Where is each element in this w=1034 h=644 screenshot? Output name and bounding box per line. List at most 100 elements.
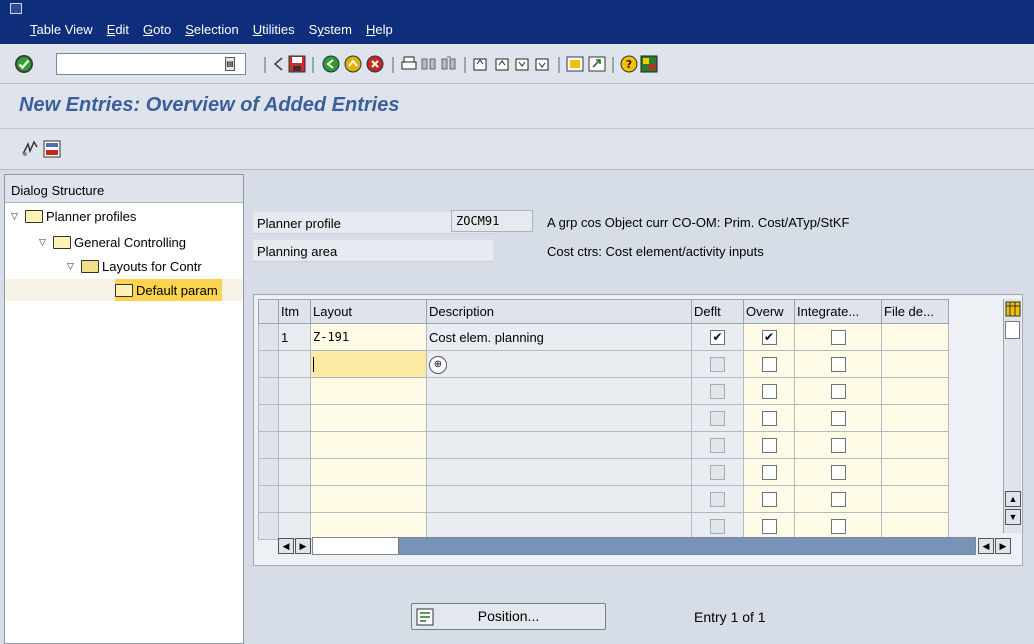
overw-checkbox[interactable] bbox=[761, 384, 777, 400]
customize-layout-icon[interactable] bbox=[640, 55, 658, 73]
expanded-triangle-icon[interactable]: ▽ bbox=[39, 237, 53, 248]
display-change-icon[interactable] bbox=[20, 139, 40, 159]
vertical-scrollbar[interactable]: ▲ ▼ bbox=[1003, 299, 1021, 533]
cell-layout[interactable] bbox=[310, 431, 427, 459]
menu-utilities[interactable]: Utilities bbox=[253, 22, 295, 37]
row-selector[interactable] bbox=[258, 377, 279, 405]
cell-layout[interactable] bbox=[310, 485, 427, 513]
expanded-triangle-icon[interactable]: ▽ bbox=[67, 261, 81, 272]
cell-file[interactable] bbox=[881, 350, 949, 378]
row-selector[interactable] bbox=[258, 458, 279, 486]
menu-edit[interactable]: Edit bbox=[107, 22, 129, 37]
previous-page-icon[interactable] bbox=[494, 55, 512, 73]
save-icon[interactable] bbox=[288, 55, 306, 73]
next-page-icon[interactable] bbox=[514, 55, 532, 73]
overw-checkbox[interactable] bbox=[761, 519, 777, 535]
find-icon[interactable] bbox=[420, 55, 438, 73]
system-menu-icon[interactable] bbox=[10, 3, 22, 14]
create-session-icon[interactable] bbox=[566, 55, 584, 73]
cell-layout[interactable] bbox=[310, 458, 427, 486]
scroll-left-icon-right[interactable]: ◀ bbox=[978, 538, 994, 554]
row-selector[interactable] bbox=[258, 404, 279, 432]
back-icon[interactable] bbox=[322, 55, 340, 73]
delete-entry-icon[interactable] bbox=[42, 139, 62, 159]
overw-checkbox[interactable] bbox=[761, 465, 777, 481]
integrate-checkbox[interactable] bbox=[830, 384, 846, 400]
col-header-file[interactable]: File de... bbox=[881, 299, 949, 324]
scroll-right-icon-right[interactable]: ▶ bbox=[995, 538, 1011, 554]
cell-layout[interactable]: Z-191 bbox=[310, 323, 427, 351]
col-header-deflt[interactable]: Deflt bbox=[691, 299, 744, 324]
menu-table-view[interactable]: Table View bbox=[30, 22, 93, 37]
tree-node-label: Planner profiles bbox=[46, 208, 137, 224]
integrate-checkbox[interactable] bbox=[830, 411, 846, 427]
command-history-icon[interactable]: ▤ bbox=[225, 57, 235, 71]
table-settings-icon[interactable] bbox=[1005, 301, 1021, 317]
row-selector[interactable] bbox=[258, 485, 279, 513]
cancel-icon[interactable] bbox=[366, 55, 384, 73]
last-page-icon[interactable] bbox=[534, 55, 552, 73]
cell-layout[interactable] bbox=[310, 404, 427, 432]
expanded-triangle-icon[interactable]: ▽ bbox=[11, 211, 25, 222]
menu-goto[interactable]: Goto bbox=[143, 22, 171, 37]
cell-layout[interactable] bbox=[310, 377, 427, 405]
cell-file[interactable] bbox=[881, 512, 949, 540]
col-header-itm[interactable]: Itm bbox=[278, 299, 311, 324]
print-icon[interactable] bbox=[400, 55, 418, 73]
row-selector[interactable] bbox=[258, 350, 279, 378]
horizontal-scrollbar[interactable] bbox=[312, 537, 976, 555]
menu-system[interactable]: System bbox=[309, 22, 352, 37]
col-header-overw[interactable]: Overw bbox=[743, 299, 795, 324]
col-header-layout[interactable]: Layout bbox=[310, 299, 427, 324]
cell-file[interactable] bbox=[881, 485, 949, 513]
scroll-up-icon[interactable]: ▲ bbox=[1005, 491, 1021, 507]
cell-layout-cursor[interactable] bbox=[310, 350, 427, 378]
row-selector[interactable] bbox=[258, 323, 279, 351]
horizontal-scroll-thumb[interactable] bbox=[313, 538, 399, 554]
overw-checkbox[interactable] bbox=[761, 357, 777, 373]
shortcut-icon[interactable] bbox=[588, 55, 606, 73]
overw-checkbox[interactable]: ✔ bbox=[761, 330, 777, 346]
enter-checkmark-icon[interactable] bbox=[14, 54, 34, 74]
cell-file[interactable] bbox=[881, 404, 949, 432]
integrate-checkbox[interactable] bbox=[830, 357, 846, 373]
scroll-down-icon[interactable]: ▼ bbox=[1005, 509, 1021, 525]
position-button[interactable]: Position... bbox=[411, 603, 606, 630]
overw-checkbox[interactable] bbox=[761, 438, 777, 454]
cell-file[interactable] bbox=[881, 323, 949, 351]
cell-file[interactable] bbox=[881, 377, 949, 405]
menu-help[interactable]: Help bbox=[366, 22, 393, 37]
integrate-checkbox[interactable] bbox=[830, 465, 846, 481]
tree-node-planner-profiles[interactable]: ▽ Planner profiles bbox=[11, 205, 136, 227]
tree-node-layouts-for-contr[interactable]: ▽ Layouts for Contr bbox=[67, 255, 202, 277]
tree-node-default-param[interactable]: Default param bbox=[115, 279, 222, 301]
integrate-checkbox[interactable] bbox=[830, 438, 846, 454]
help-icon[interactable]: ? bbox=[620, 55, 638, 73]
cell-file[interactable] bbox=[881, 458, 949, 486]
integrate-checkbox[interactable] bbox=[830, 519, 846, 535]
scroll-right-icon[interactable]: ▶ bbox=[295, 538, 311, 554]
deflt-checkbox[interactable]: ✔ bbox=[710, 330, 725, 346]
tree-node-general-controlling[interactable]: ▽ General Controlling bbox=[39, 231, 186, 253]
overw-checkbox[interactable] bbox=[761, 411, 777, 427]
vertical-scroll-thumb[interactable] bbox=[1005, 321, 1020, 339]
menu-selection[interactable]: Selection bbox=[185, 22, 238, 37]
col-header-description[interactable]: Description bbox=[426, 299, 692, 324]
command-field[interactable] bbox=[56, 53, 246, 75]
back-arrow-small-icon[interactable] bbox=[270, 55, 288, 73]
row-selector[interactable] bbox=[258, 431, 279, 459]
exit-icon[interactable] bbox=[344, 55, 362, 73]
first-page-icon[interactable] bbox=[472, 55, 490, 73]
cell-layout[interactable] bbox=[310, 512, 427, 540]
row-selector[interactable] bbox=[258, 512, 279, 540]
integrate-checkbox[interactable] bbox=[830, 492, 846, 508]
find-next-icon[interactable] bbox=[440, 55, 458, 73]
cell-file[interactable] bbox=[881, 431, 949, 459]
overw-checkbox[interactable] bbox=[761, 492, 777, 508]
col-header-integrate[interactable]: Integrate... bbox=[794, 299, 882, 324]
select-all-header[interactable] bbox=[258, 299, 279, 324]
possible-entries-icon[interactable]: ⊕ bbox=[429, 355, 447, 374]
integrate-checkbox[interactable] bbox=[830, 330, 846, 346]
scroll-left-icon[interactable]: ◀ bbox=[278, 538, 294, 554]
standard-toolbar: ▤ ? bbox=[0, 44, 1034, 84]
